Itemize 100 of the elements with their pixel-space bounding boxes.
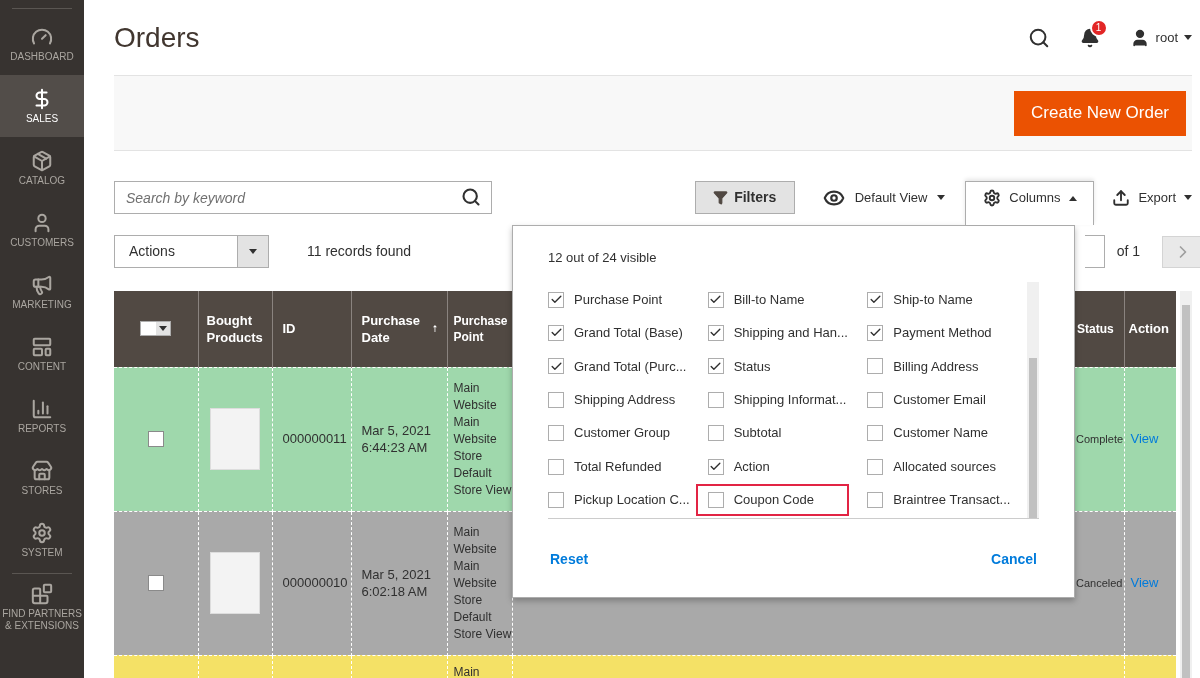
column-option[interactable]: Grand Total (Base) <box>536 316 690 349</box>
next-page-button[interactable] <box>1162 235 1200 268</box>
page-title: Orders <box>114 20 200 55</box>
checkbox[interactable] <box>867 425 884 442</box>
column-option[interactable]: Billing Address <box>855 350 1009 383</box>
checkbox[interactable] <box>548 425 564 442</box>
checkbox[interactable] <box>548 492 564 509</box>
column-option[interactable]: Customer Group <box>536 417 690 450</box>
checkbox[interactable] <box>867 458 884 475</box>
checkbox[interactable] <box>867 492 884 509</box>
column-option[interactable]: Bill-to Name <box>695 283 850 316</box>
checkbox[interactable] <box>707 458 724 475</box>
column-option[interactable]: Grand Total (Purc... <box>536 350 690 383</box>
blocks-icon <box>31 582 53 605</box>
column-option[interactable]: Purchase Point <box>536 283 690 316</box>
caret-icon <box>1184 195 1192 200</box>
checkbox[interactable] <box>548 391 564 408</box>
box-icon <box>31 149 53 172</box>
sidebar-item[interactable]: CATALOG <box>0 137 84 199</box>
search-icon[interactable] <box>1027 26 1050 49</box>
reset-button[interactable]: Reset <box>550 548 589 570</box>
column-header[interactable]: Bought Products <box>198 291 272 367</box>
columns-button[interactable]: Columns <box>965 180 1095 225</box>
column-option[interactable]: Ship-to Name <box>855 283 1009 316</box>
caret-icon <box>1184 35 1192 40</box>
sidebar-item[interactable]: REPORTS <box>0 385 84 447</box>
column-option[interactable]: Total Refunded <box>536 450 690 483</box>
select-all-control[interactable] <box>140 321 172 337</box>
table-cell: Main Website Main Website Store Default Store View <box>453 523 512 643</box>
page-count: of 1 <box>1116 242 1140 261</box>
checkbox[interactable] <box>548 324 564 341</box>
sidebar-item[interactable]: DASHBOARD <box>0 13 84 75</box>
actions-select[interactable]: Actions <box>114 235 269 268</box>
records-count: 11 records found <box>307 242 412 261</box>
export-button[interactable]: Export <box>1112 187 1192 208</box>
column-option[interactable]: Shipping Informat... <box>695 383 850 416</box>
checkbox[interactable] <box>867 324 884 341</box>
caret-icon <box>937 195 946 200</box>
checkbox[interactable] <box>707 291 724 308</box>
layout-icon <box>31 335 53 358</box>
checkbox[interactable] <box>548 358 564 375</box>
scrollbar[interactable] <box>1027 281 1039 518</box>
sidebar-item[interactable]: MARKETING <box>0 261 84 323</box>
column-option[interactable]: Payment Method <box>855 316 1009 349</box>
checkbox[interactable] <box>707 425 724 442</box>
sidebar-item[interactable]: SYSTEM <box>0 509 84 571</box>
column-option[interactable]: Pickup Location C... <box>536 484 690 517</box>
scrollbar[interactable] <box>1180 291 1192 678</box>
checkbox[interactable] <box>548 291 564 308</box>
checkbox[interactable] <box>707 492 724 509</box>
checkbox[interactable] <box>867 391 884 408</box>
sidebar-item[interactable]: FIND PARTNERS & EXTENSIONS <box>0 576 84 638</box>
column-option[interactable]: Coupon Code <box>695 484 850 517</box>
table-cell-text: Mar 5, 2021 6:44:23 AM <box>361 422 432 456</box>
table-cell: 000000010 <box>282 575 348 591</box>
sidebar-item[interactable]: STORES <box>0 447 84 509</box>
column-header[interactable]: ID <box>272 291 351 367</box>
checkbox[interactable] <box>707 324 724 341</box>
column-header[interactable]: Purchase Date <box>361 311 433 346</box>
table-cell: Main Website Main Website Store Default Store View <box>453 379 512 499</box>
checkbox[interactable] <box>707 391 724 408</box>
column-header[interactable]: Status <box>1074 291 1124 367</box>
checkbox[interactable] <box>867 358 884 375</box>
table-cell: Complete <box>1076 432 1124 445</box>
visible-columns-summary: 12 out of 24 visible <box>548 249 658 267</box>
search-icon[interactable] <box>461 187 481 207</box>
checkbox[interactable] <box>548 458 564 475</box>
column-option[interactable]: Status <box>695 350 850 383</box>
upload-icon <box>1112 188 1131 207</box>
cancel-button[interactable]: Cancel <box>991 548 1037 570</box>
caret-icon <box>1068 195 1077 201</box>
table-cell: Canceled <box>1076 576 1123 589</box>
column-option[interactable]: Action <box>695 450 850 483</box>
table-cell-text: Main <box>453 663 481 678</box>
filters-button[interactable]: Filters <box>694 181 795 214</box>
column-option[interactable]: Shipping Address <box>536 383 690 416</box>
photo-placeholder <box>210 552 260 614</box>
sidebar-item[interactable]: CONTENT <box>0 323 84 385</box>
column-option[interactable]: Shipping and Han... <box>695 316 850 349</box>
column-header[interactable]: Purchase Point <box>447 291 512 367</box>
sidebar-item[interactable]: CUSTOMERS <box>0 199 84 261</box>
search-field[interactable]: Search by keyword <box>114 181 492 214</box>
view-dropdown[interactable]: Default View <box>822 186 946 209</box>
caret-icon <box>159 326 168 332</box>
user-menu[interactable]: root <box>1129 27 1192 48</box>
column-option[interactable]: Customer Name <box>855 417 1009 450</box>
create-order-button[interactable]: Create New Order <box>1014 90 1186 136</box>
column-option[interactable]: Customer Email <box>855 383 1009 416</box>
page-number-field[interactable] <box>1084 235 1105 268</box>
checkbox[interactable] <box>147 431 164 447</box>
megaphone-icon <box>31 273 53 296</box>
checkbox[interactable] <box>147 575 164 591</box>
column-option[interactable]: Subtotal <box>695 417 850 450</box>
column-option[interactable]: Braintree Transact... <box>855 484 1009 517</box>
table-cell-text: Mar 5, 2021 6:02:18 AM <box>361 566 432 600</box>
column-option[interactable]: Allocated sources <box>855 450 1009 483</box>
checkbox[interactable] <box>867 291 884 308</box>
checkbox[interactable] <box>707 358 724 375</box>
column-header[interactable]: Action <box>1124 291 1176 367</box>
sidebar-item[interactable]: SALES <box>0 75 84 137</box>
